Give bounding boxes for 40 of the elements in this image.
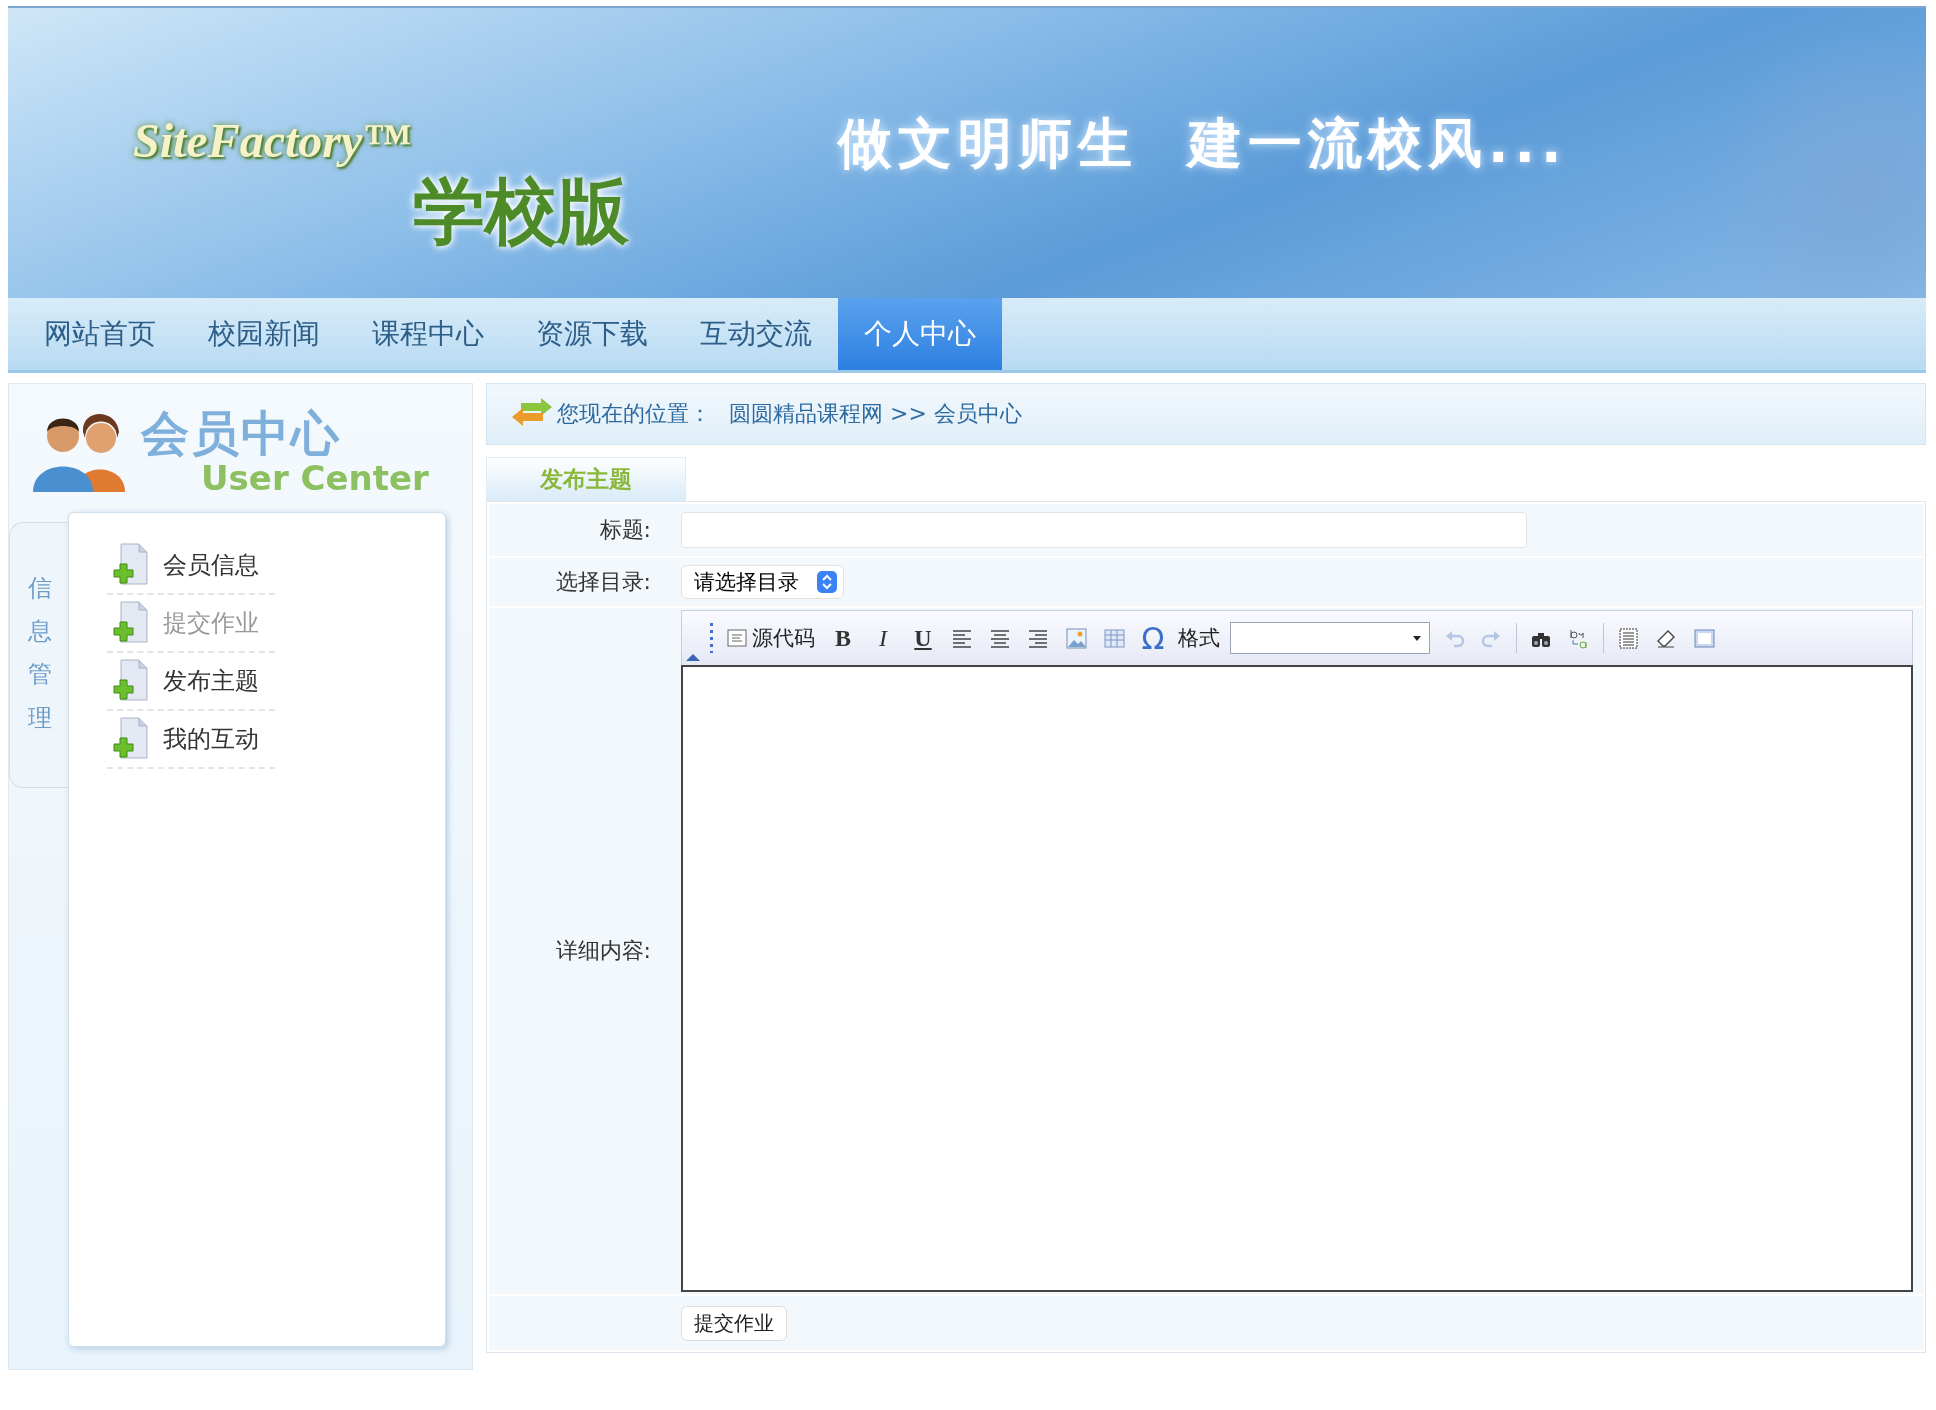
table-icon bbox=[1103, 627, 1125, 649]
replace-icon bbox=[1568, 627, 1590, 649]
brand-logo-text: SiteFactory™ bbox=[133, 113, 412, 168]
nav-tab[interactable]: 网站首页 bbox=[18, 298, 182, 370]
bold-button[interactable]: B bbox=[828, 622, 858, 654]
picture-icon bbox=[1065, 627, 1087, 649]
source-code-button[interactable]: 源代码 bbox=[723, 622, 818, 654]
italic-button[interactable]: I bbox=[868, 622, 898, 654]
toolbar-grip bbox=[710, 623, 713, 653]
field-label: 详细内容: bbox=[554, 937, 652, 965]
nav-tab[interactable]: 个人中心 bbox=[838, 298, 1002, 370]
format-label: 格式 bbox=[1178, 625, 1220, 652]
align-left-icon bbox=[951, 627, 973, 649]
menu-item[interactable]: 发布主题 bbox=[107, 653, 275, 711]
underline-button[interactable]: U bbox=[908, 622, 938, 654]
stepper-icon bbox=[817, 571, 837, 593]
nav-tab[interactable]: 校园新闻 bbox=[182, 298, 346, 370]
breadcrumb-label: 您现在的位置： bbox=[557, 400, 711, 428]
special-character-button[interactable]: Ω bbox=[1138, 618, 1168, 658]
nav-tab[interactable]: 资源下载 bbox=[510, 298, 674, 370]
breadcrumb-link[interactable]: 圆圆精品课程网 >> 会员中心 bbox=[729, 399, 1022, 429]
edition-title: 学校版 bbox=[413, 167, 629, 255]
select-all-icon bbox=[1617, 627, 1639, 649]
align-right-icon bbox=[1027, 627, 1049, 649]
directory-select[interactable]: 请选择目录 bbox=[681, 565, 844, 599]
dropdown-arrow-icon bbox=[1413, 635, 1421, 641]
nav-tab[interactable]: 互动交流 bbox=[674, 298, 838, 370]
menu-item[interactable]: 会员信息 bbox=[107, 537, 275, 595]
nav-tab[interactable]: 课程中心 bbox=[346, 298, 510, 370]
field-label: 标题: bbox=[598, 516, 652, 544]
menu-item[interactable]: 我的互动 bbox=[107, 711, 275, 769]
format-dropdown[interactable] bbox=[1230, 622, 1430, 654]
document-icon bbox=[726, 627, 748, 649]
title-input[interactable] bbox=[681, 512, 1527, 548]
slogan-text: 做文明师生 bbox=[838, 111, 1138, 177]
vertical-tab[interactable]: 信息管理 bbox=[9, 522, 68, 788]
window-icon bbox=[1693, 627, 1715, 649]
field-label: 选择目录: bbox=[554, 568, 652, 596]
align-center-icon bbox=[989, 627, 1011, 649]
submit-button[interactable]: 提交作业 bbox=[681, 1305, 787, 1341]
